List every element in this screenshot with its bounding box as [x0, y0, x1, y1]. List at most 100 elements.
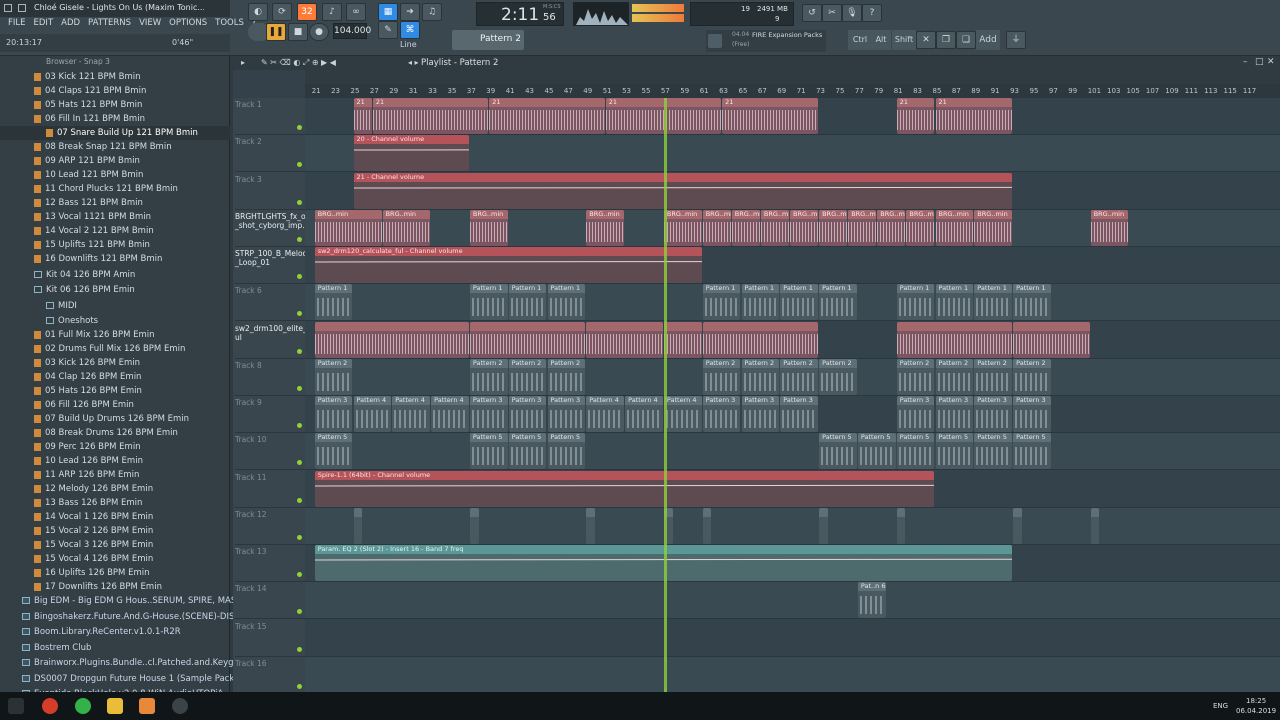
audio-clip[interactable]: BRG..min — [731, 209, 760, 246]
pattern-clip[interactable]: Pattern 1 — [314, 284, 353, 321]
track-header[interactable]: Track 16 — [235, 657, 305, 694]
add-button[interactable]: Add — [976, 30, 1000, 50]
playlist-minimize-icon[interactable]: – — [1243, 57, 1248, 67]
pattern-clip[interactable]: Pattern 3 — [741, 396, 780, 432]
menu-tools[interactable]: TOOLS — [215, 18, 244, 32]
browser-file[interactable]: 15 Vocal 2 126 BPM Emin — [0, 524, 230, 538]
pattern-clip[interactable]: Pattern 3 — [314, 396, 353, 432]
horizontal-scrollbar[interactable] — [305, 70, 1280, 84]
pattern-clip[interactable]: Pattern 2 — [780, 358, 819, 395]
record-button[interactable]: ● — [309, 23, 329, 41]
help-icon[interactable]: ? — [862, 4, 882, 22]
audio-clip[interactable]: BRG..min — [974, 209, 1013, 246]
pattern-clip[interactable] — [1013, 507, 1022, 544]
pattern-clip[interactable] — [586, 507, 595, 544]
audio-clip[interactable]: BRG..min — [663, 209, 702, 246]
typing-keyboard-icon[interactable]: ▦ — [378, 3, 398, 21]
audio-clip[interactable]: BRG..min — [382, 209, 431, 246]
browser-file[interactable]: 02 Drums Full Mix 126 BPM Emin — [0, 342, 230, 356]
browser-file[interactable]: 12 Bass 121 BPM Bmin — [0, 196, 230, 210]
minimize-icon[interactable] — [18, 4, 26, 12]
pattern-clip[interactable] — [819, 507, 828, 544]
metronome-button[interactable]: 32 — [297, 3, 317, 21]
track-header[interactable]: BRGHTLGHTS_fx_one _shot_cyborg_imp.. — [235, 210, 315, 247]
track-mute-led[interactable] — [297, 385, 302, 391]
audio-clip[interactable]: BRG..min — [877, 209, 906, 246]
pattern-clip[interactable] — [469, 507, 479, 544]
window-menu-icon[interactable] — [4, 4, 12, 12]
pattern-clip[interactable]: Pattern 3 — [547, 396, 586, 432]
pattern-clip[interactable]: Pattern 4 — [392, 396, 431, 432]
automation-clip[interactable]: sw2_drm120_calculate_ful - Channel volum… — [314, 247, 702, 283]
record-mode-icon[interactable]: ⟳ — [272, 3, 292, 21]
pattern-clip[interactable]: Pattern 1 — [508, 284, 547, 321]
track-mute-led[interactable] — [297, 423, 302, 428]
settings-app-icon[interactable] — [172, 698, 188, 714]
browser-file[interactable]: 06 Fill 126 BPM Emin — [0, 398, 230, 412]
close-x-icon[interactable]: ✕ — [916, 31, 936, 49]
browser-file[interactable]: 06 Fill In 121 BPM Bmin — [0, 112, 230, 126]
pattern-clip[interactable]: Pattern 2 — [819, 358, 857, 395]
fl-studio-icon[interactable] — [139, 698, 155, 714]
start-icon[interactable] — [8, 698, 24, 714]
pattern-clip[interactable]: Pattern 2 — [896, 358, 935, 395]
audio-clip[interactable]: 21 — [489, 98, 605, 134]
audio-clip[interactable]: 21 — [896, 98, 935, 134]
browser-file[interactable]: 15 Vocal 3 126 BPM Emin — [0, 538, 230, 552]
track-mute-led[interactable] — [297, 162, 302, 168]
browser-file[interactable]: 01 Full Mix 126 BPM Emin — [0, 328, 230, 342]
menu-patterns[interactable]: PATTERNS — [88, 18, 131, 32]
browser-file[interactable]: 05 Hats 126 BPM Emin — [0, 384, 230, 398]
system-date[interactable]: 06.04.2019 — [1236, 707, 1276, 715]
browser-file[interactable]: 16 Uplifts 126 BPM Emin — [0, 566, 230, 580]
copy-icon[interactable]: ❐ — [936, 31, 956, 49]
browser-file[interactable]: 10 Lead 126 BPM Emin — [0, 454, 230, 468]
track-lane[interactable] — [305, 656, 1280, 692]
pattern-clip[interactable]: Pattern 2 — [1013, 358, 1051, 395]
browser-file[interactable]: 14 Vocal 1 126 BPM Emin — [0, 510, 230, 524]
browser-file[interactable]: 03 Kick 126 BPM Emin — [0, 356, 230, 370]
audio-clip[interactable]: BRG..min — [702, 209, 731, 246]
browser-file[interactable]: 04 Clap 126 BPM Emin — [0, 370, 230, 384]
pattern-clip[interactable]: Pattern 1 — [547, 284, 586, 321]
pattern-clip[interactable]: Pattern 5 — [819, 433, 857, 470]
pattern-clip[interactable]: Pattern 5 — [935, 433, 974, 470]
track-mute-led[interactable] — [297, 311, 302, 317]
track-lane[interactable] — [305, 433, 1280, 471]
browser-folder[interactable]: Kit 04 126 BPM Amin — [0, 268, 230, 282]
browser-pack-folder[interactable]: Bostrem Club — [0, 641, 230, 655]
tempo-display[interactable]: 104.000 — [333, 23, 371, 39]
browser-file[interactable]: 12 Melody 126 BPM Emin — [0, 482, 230, 496]
playhead[interactable] — [663, 98, 667, 692]
track-header[interactable]: Track 3 — [235, 173, 305, 210]
pattern-clip[interactable] — [896, 507, 906, 544]
arrangement-grid[interactable]: 21 21 21 21 21 21 21 20 - Channel volume 21 - Ch… — [305, 98, 1280, 692]
browser-file[interactable]: 13 Bass 126 BPM Emin — [0, 496, 230, 510]
browser-file[interactable]: 16 Downlifts 121 BPM Bmin — [0, 252, 230, 266]
snap-magnet-icon[interactable]: ⌘ — [400, 21, 420, 39]
browser-file[interactable]: 17 Downlifts 126 BPM Emin — [0, 580, 230, 594]
pattern-clip[interactable]: Pattern 3 — [974, 396, 1013, 432]
pattern-clip[interactable]: Pattern 4 — [586, 396, 625, 432]
audio-clip[interactable] — [586, 321, 663, 358]
audio-clip[interactable] — [702, 321, 819, 358]
pause-button[interactable]: ❚❚ — [266, 23, 286, 41]
track-mute-led[interactable] — [297, 497, 302, 503]
pattern-clip[interactable]: Pattern 1 — [974, 284, 1013, 321]
pattern-clip[interactable]: Pattern 2 — [508, 358, 547, 395]
pattern-clip[interactable]: Pattern 2 — [935, 358, 974, 395]
track-mute-led[interactable] — [297, 572, 302, 577]
pattern-clip[interactable]: Pattern 3 — [469, 396, 508, 432]
track-mute-led[interactable] — [297, 236, 302, 242]
track-header[interactable]: Track 2 — [235, 135, 305, 173]
explorer-icon[interactable] — [107, 698, 123, 714]
loop-record-icon[interactable]: ∞ — [346, 3, 366, 21]
pattern-clip[interactable] — [702, 507, 712, 544]
automation-clip[interactable]: Spire-1.1 (64bit) - Channel volume — [314, 470, 935, 507]
snap-value[interactable]: Line — [400, 40, 417, 49]
pattern-clip[interactable]: Pattern 2 — [547, 358, 586, 395]
news-panel[interactable]: 04.04 FIRE Expansion Packs (Free) — [706, 30, 826, 52]
browser-file[interactable]: 11 ARP 126 BPM Emin — [0, 468, 230, 482]
browser-app-icon[interactable] — [42, 698, 58, 714]
browser-file[interactable]: 15 Uplifts 121 BPM Bmin — [0, 238, 230, 252]
